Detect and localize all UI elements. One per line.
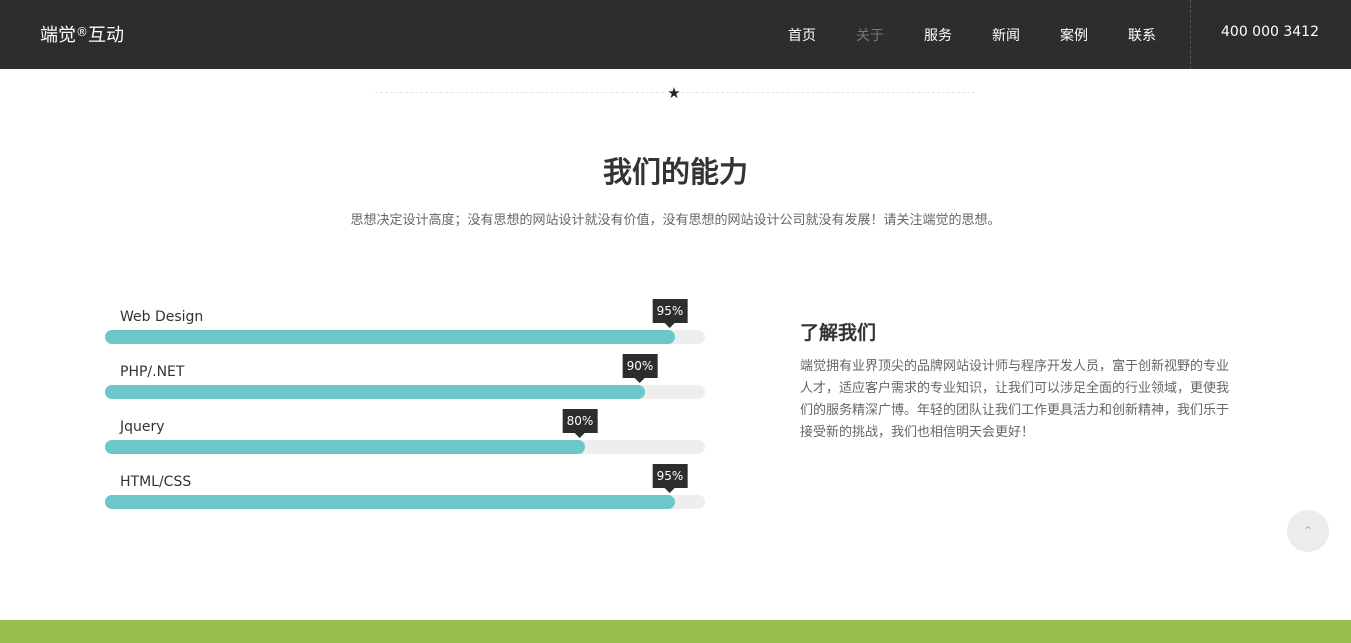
nav-item-contact[interactable]: 联系 (1108, 25, 1176, 45)
skill-name: Jquery (120, 419, 165, 435)
skill-name: PHP/.NET (120, 364, 185, 380)
section-title: 我们的能力 (602, 155, 748, 189)
skill-name: Web Design (120, 309, 204, 325)
skill-percent-tooltip: 95% (652, 299, 688, 328)
skill-item: PHP/.NET 90% (105, 352, 705, 407)
main-nav: 首页 关于 服务 新闻 案例 联系 (768, 0, 1176, 69)
skill-percent-tooltip: 90% (622, 354, 658, 383)
chevron-up-icon: ⌃ (1302, 524, 1314, 538)
nav-item-services[interactable]: 服务 (904, 25, 972, 45)
skill-item: HTML/CSS 95% (105, 462, 705, 517)
skill-progress-track (105, 385, 705, 399)
phone-number: 400 000 3412 (1221, 24, 1319, 40)
section-subtitle: 思想决定设计高度；没有思想的网站设计就没有价值，没有思想的网站设计公司就没有发展… (350, 213, 1001, 228)
nav-item-about[interactable]: 关于 (836, 25, 904, 45)
site-header: 端觉®互动 首页 关于 服务 新闻 案例 联系 400 000 3412 (0, 0, 1351, 69)
skill-progress-track (105, 330, 705, 344)
skill-percent-tooltip: 80% (562, 409, 598, 438)
skill-progress-fill (105, 495, 675, 509)
nav-item-cases[interactable]: 案例 (1040, 25, 1108, 45)
about-title: 了解我们 (800, 322, 877, 344)
about-section: 了解我们 端觉拥有业界顶尖的品牌网站设计师与程序开发人员，富于创新视野的专业人才… (800, 320, 1240, 444)
nav-item-home[interactable]: 首页 (768, 25, 836, 45)
skill-item: Web Design 95% (105, 297, 705, 352)
star-icon: ★ (666, 84, 682, 102)
brand-logo[interactable]: 端觉®互动 (40, 24, 124, 48)
skill-progress-track (105, 440, 705, 454)
nav-divider (1190, 0, 1191, 69)
skill-name: HTML/CSS (120, 474, 192, 490)
skill-progress-fill (105, 440, 585, 454)
skill-progress-fill (105, 330, 675, 344)
skills-list: Web Design 95% PHP/.NET 90% Jquery 80% H… (105, 297, 705, 517)
nav-item-news[interactable]: 新闻 (972, 25, 1040, 45)
skill-item: Jquery 80% (105, 407, 705, 462)
footer-band (0, 620, 1351, 643)
skill-progress-fill (105, 385, 645, 399)
skill-progress-track (105, 495, 705, 509)
skill-percent-tooltip: 95% (652, 464, 688, 493)
brand-name: 端觉 (40, 25, 76, 46)
registered-mark: ® (76, 25, 88, 39)
about-text: 端觉拥有业界顶尖的品牌网站设计师与程序开发人员，富于创新视野的专业人才，适应客户… (800, 359, 1230, 440)
brand-suffix: 互动 (88, 25, 124, 46)
back-to-top-button[interactable]: ⌃ (1287, 510, 1329, 552)
